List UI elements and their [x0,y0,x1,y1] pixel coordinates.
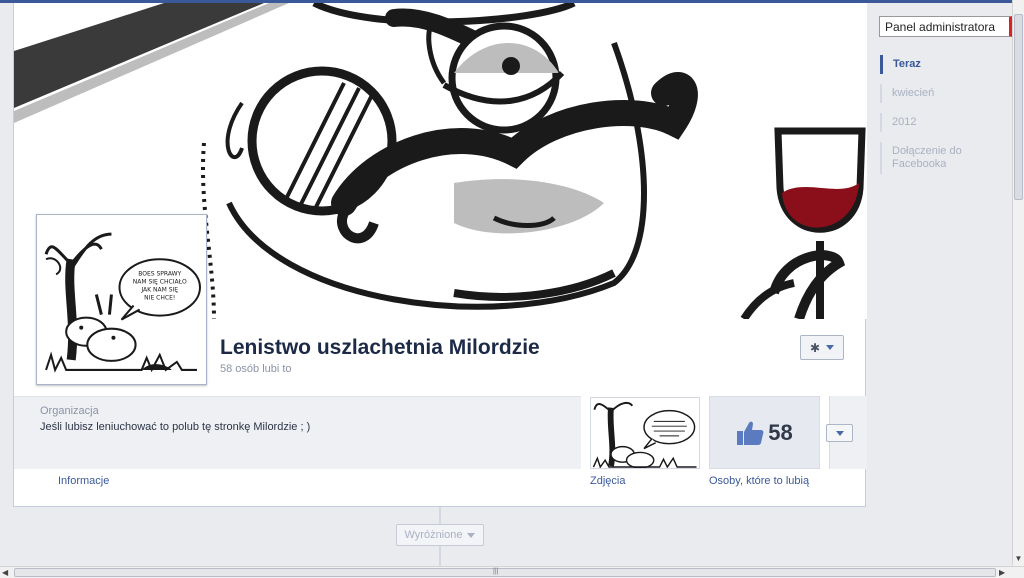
comic-thumbnail-illustration [591,398,699,468]
chevron-down-icon [826,345,835,350]
timeline-nav-joined[interactable]: Dołączenie do Facebooka [880,142,1000,174]
gear-icon: ✱ [809,340,821,355]
page-settings-button[interactable]: ✱ [800,335,844,360]
svg-text:NIE CHCE!: NIE CHCE! [144,295,175,302]
featured-label: Wyróżnione [404,529,463,541]
page-description: Jeśli lubisz leniuchować to polub tę str… [40,421,311,433]
tab-photos[interactable]: Zdjęcia [590,475,625,487]
tab-info[interactable]: Informacje [58,475,109,487]
grip-icon: ||| [493,568,499,575]
chevron-down-icon [467,532,476,538]
timeline-header: BOES SPRAWY NAM SIĘ CHCIAŁO JAK NAM SIĘ … [13,3,867,507]
timeline-nav-2012[interactable]: 2012 [880,113,1000,132]
page-category: Organizacja [40,405,99,417]
scroll-down-arrow-icon[interactable]: ▼ [1013,553,1024,565]
comic-illustration: BOES SPRAWY NAM SIĘ CHCIAŁO JAK NAM SIĘ … [41,219,202,380]
page-title: Lenistwo uszlachetnia Milordzie [220,336,540,359]
scroll-left-arrow-icon[interactable]: ◀ [2,567,8,578]
profile-picture[interactable]: BOES SPRAWY NAM SIĘ CHCIAŁO JAK NAM SIĘ … [36,214,207,385]
timeline-navigation: Teraz kwiecień 2012 Dołączenie do Facebo… [880,55,1000,184]
photos-thumbnail[interactable] [590,397,700,469]
likes-count-text[interactable]: 58 osób lubi to [220,363,292,375]
horizontal-scrollbar[interactable]: ◀ ||| ▶ [0,566,1024,578]
svg-text:JAK NAM SIĘ: JAK NAM SIĘ [140,286,178,293]
timeline-nav-now[interactable]: Teraz [880,55,1000,74]
scrollbar-thumb[interactable] [14,568,996,577]
likes-box[interactable]: 58 [709,396,820,469]
scrollbar-thumb[interactable] [1014,14,1023,200]
chevron-down-icon [835,430,844,436]
likes-count: 58 [768,419,793,445]
more-tabs-button[interactable] [826,424,853,442]
vertical-scrollbar[interactable]: ▼ [1012,0,1024,566]
timeline-nav-april[interactable]: kwiecień [880,84,1000,103]
svg-text:NAM SIĘ CHCIAŁO: NAM SIĘ CHCIAŁO [133,278,187,285]
scroll-right-arrow-icon[interactable]: ▶ [999,567,1005,578]
thumbs-up-icon [737,421,764,445]
featured-filter-button[interactable]: Wyróżnione [396,524,484,546]
tab-people-like[interactable]: Osoby, które to lubią [709,475,809,487]
svg-text:BOES SPRAWY: BOES SPRAWY [138,270,181,277]
about-section[interactable]: Organizacja Jeśli lubisz leniuchować to … [14,396,581,469]
admin-panel-button[interactable]: Panel administratora [879,16,1013,37]
